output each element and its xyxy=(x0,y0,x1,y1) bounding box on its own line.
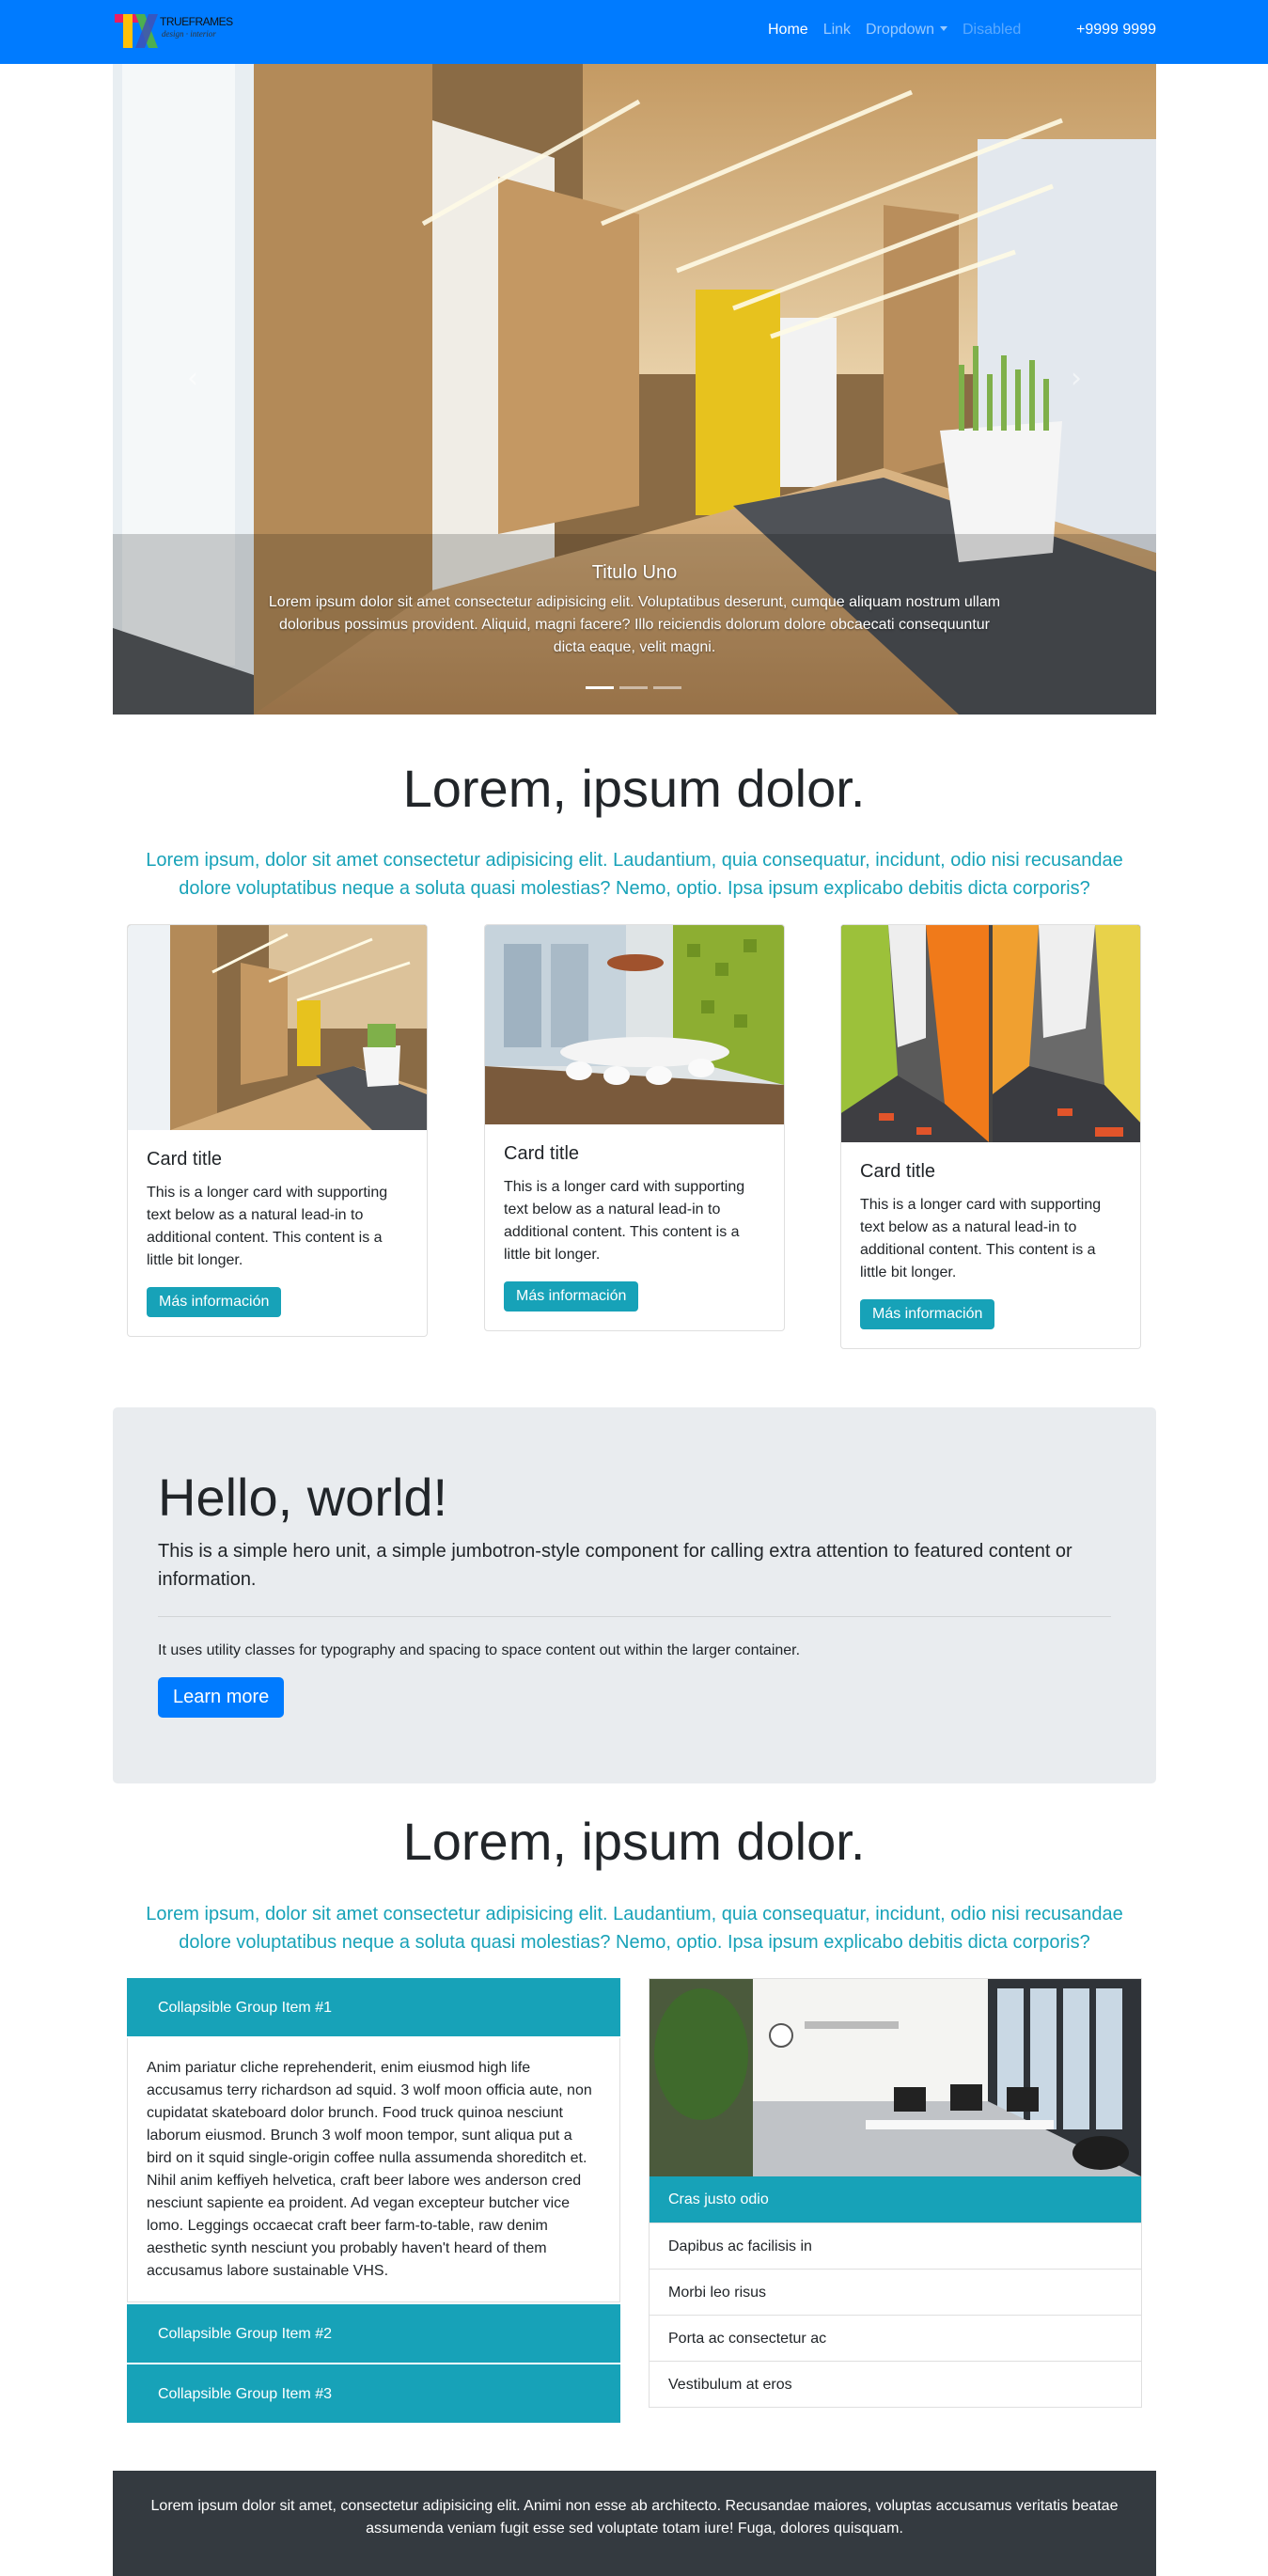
nav-dropdown[interactable]: Dropdown xyxy=(866,22,947,39)
card-image-hallway xyxy=(128,925,427,1130)
card-2: Card title This is a longer card with su… xyxy=(484,924,785,1331)
brand-text: TRUEFRAMES xyxy=(160,15,233,28)
list-group-card: Cras justo odio Dapibus ac facilisis in … xyxy=(649,1978,1142,2408)
card-image-corridors xyxy=(841,925,1140,1142)
carousel-prev-button[interactable]: ‹ xyxy=(174,337,211,421)
list-item[interactable]: Dapibus ac facilisis in xyxy=(650,2223,1141,2269)
section-title-1: Lorem, ipsum dolor. xyxy=(402,759,866,818)
card-text: This is a longer card with supporting te… xyxy=(860,1197,1102,1280)
carousel-caption: Titulo Uno Lorem ipsum dolor sit amet co… xyxy=(268,562,1001,659)
caption-text: Lorem ipsum dolor sit amet consectetur a… xyxy=(268,594,1001,655)
card-body: Card title This is a longer card with su… xyxy=(841,1142,1140,1348)
list-item[interactable]: Cras justo odio xyxy=(650,2176,1141,2223)
brand-subtitle: design · interior xyxy=(162,29,216,39)
card-title: Card title xyxy=(504,1143,580,1164)
chevron-left-icon: ‹ xyxy=(187,362,198,395)
accordion-header-1[interactable]: Collapsible Group Item #1 xyxy=(127,1978,620,2038)
nav-link-home[interactable]: Home xyxy=(768,22,808,39)
more-info-button[interactable]: Más información xyxy=(860,1299,995,1329)
accordion-header-3[interactable]: Collapsible Group Item #3 xyxy=(127,2364,620,2425)
brand-logo[interactable]: TRUEFRAMES design · interior xyxy=(113,8,235,52)
carousel-next-button[interactable]: › xyxy=(1057,337,1095,421)
accordion-header-2[interactable]: Collapsible Group Item #2 xyxy=(127,2304,620,2364)
chevron-right-icon: › xyxy=(1071,362,1082,395)
carousel-indicator-2[interactable] xyxy=(619,686,648,689)
jumbotron: Hello, world! This is a simple hero unit… xyxy=(113,1407,1156,1783)
jumbotron-title: Hello, world! xyxy=(158,1468,448,1527)
learn-more-button[interactable]: Learn more xyxy=(158,1677,285,1718)
nav-link-disabled: Disabled xyxy=(962,22,1022,38)
card-3: Card title This is a longer card with su… xyxy=(840,924,1141,1349)
jumbotron-text: It uses utility classes for typography a… xyxy=(158,1642,801,1658)
card-text: This is a longer card with supporting te… xyxy=(504,1179,745,1263)
jumbotron-lead: This is a simple hero unit, a simple jum… xyxy=(158,1541,1072,1590)
navbar: TRUEFRAMES design · interior Home Link D… xyxy=(0,0,1268,64)
section-title-2: Lorem, ipsum dolor. xyxy=(402,1812,866,1871)
card-title: Card title xyxy=(860,1161,936,1182)
logo-icon xyxy=(115,14,158,48)
office-image xyxy=(650,1979,1141,2176)
footer: Lorem ipsum dolor sit amet, consectetur … xyxy=(113,2471,1156,2576)
hero-carousel: ‹ › Titulo Uno Lorem ipsum dolor sit ame… xyxy=(113,64,1156,715)
nav-dropdown-label: Dropdown xyxy=(866,22,934,38)
list-item[interactable]: Vestibulum at eros xyxy=(650,2361,1141,2407)
carousel-indicator-3[interactable] xyxy=(653,686,681,689)
list-item[interactable]: Porta ac consectetur ac xyxy=(650,2315,1141,2361)
card-text: This is a longer card with supporting te… xyxy=(147,1185,388,1268)
more-info-button[interactable]: Más información xyxy=(147,1287,282,1317)
footer-text: Lorem ipsum dolor sit amet, consectetur … xyxy=(150,2498,1119,2537)
carousel-indicator-1[interactable] xyxy=(586,686,614,689)
accordion: Collapsible Group Item #1 Anim pariatur … xyxy=(127,1978,620,2425)
caption-title: Titulo Uno xyxy=(591,562,678,583)
divider xyxy=(158,1616,1111,1617)
phone-number[interactable]: +9999 9999 xyxy=(1076,22,1156,39)
card-body: Card title This is a longer card with su… xyxy=(128,1130,427,1336)
nav-links: Home Link Dropdown Disabled xyxy=(768,22,1036,39)
card-body: Card title This is a longer card with su… xyxy=(485,1124,784,1330)
list-item[interactable]: Morbi leo risus xyxy=(650,2269,1141,2315)
caret-down-icon xyxy=(939,26,947,31)
more-info-button[interactable]: Más información xyxy=(504,1281,639,1312)
card-title: Card title xyxy=(147,1149,223,1170)
section-lead-2: Lorem ipsum, dolor sit amet consectetur … xyxy=(146,1904,1123,1953)
nav-link-link[interactable]: Link xyxy=(823,22,851,39)
card-image-meeting-room xyxy=(485,925,784,1124)
accordion-body-1: Anim pariatur cliche reprehenderit, enim… xyxy=(127,2038,620,2302)
card-1: Card title This is a longer card with su… xyxy=(127,924,428,1337)
carousel-indicators xyxy=(586,686,687,689)
section-lead-1: Lorem ipsum, dolor sit amet consectetur … xyxy=(146,850,1123,899)
